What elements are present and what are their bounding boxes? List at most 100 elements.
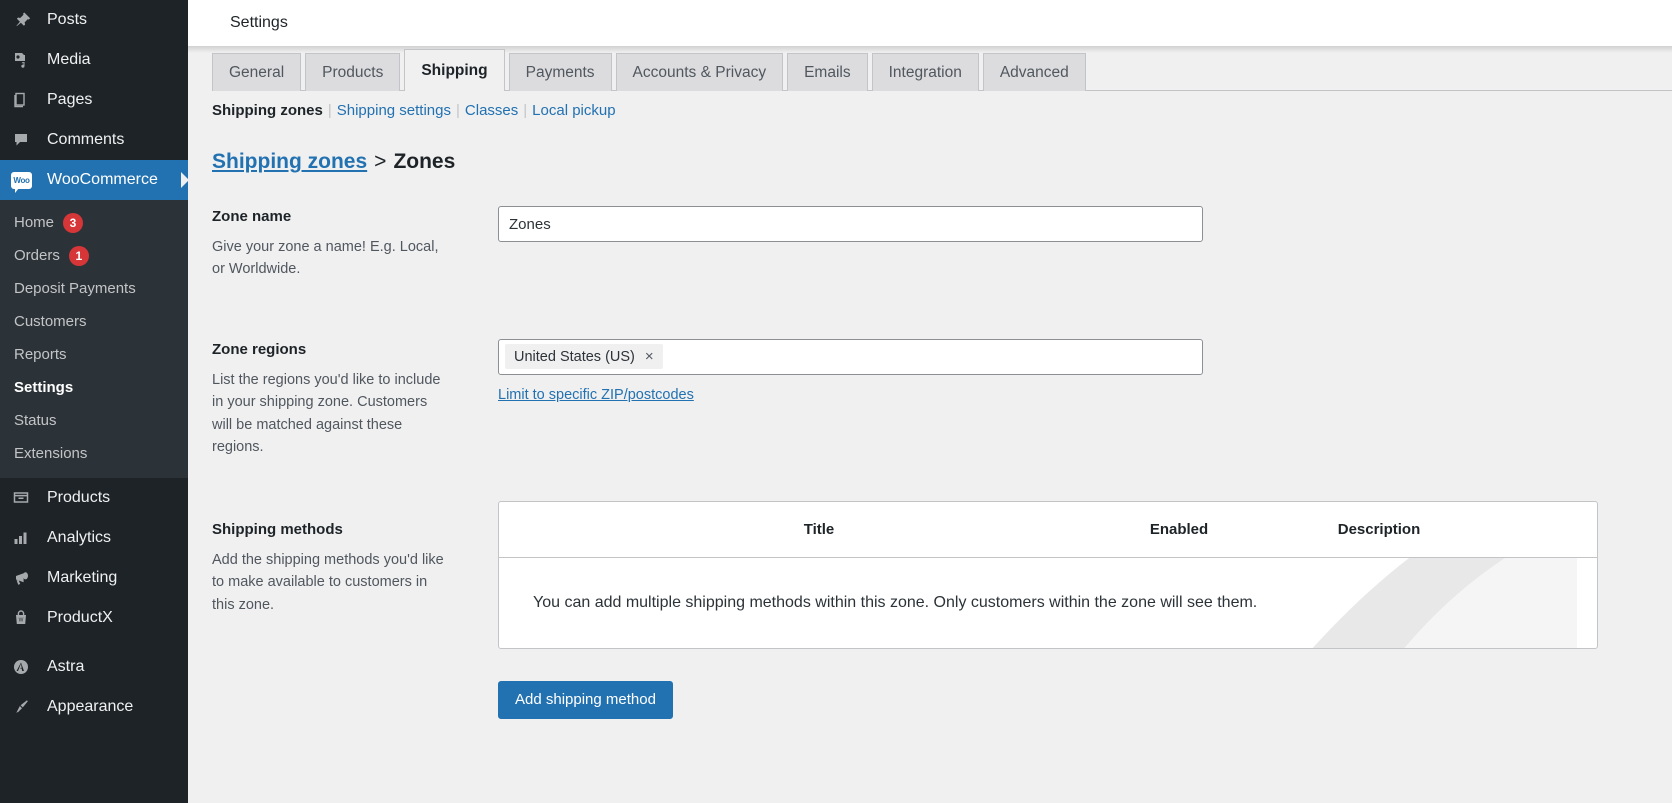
subnav-separator: | [523,102,528,119]
sidebar-item-label: Media [47,51,91,68]
sidebar-item-productx[interactable]: W ProductX [0,598,188,638]
tab-label: General [229,63,285,81]
sidebar-item-label: Astra [47,658,85,675]
tab-general[interactable]: General [212,53,302,91]
tab-advanced[interactable]: Advanced [982,53,1086,91]
main-content: Settings General Products Shipping Payme… [188,0,1672,803]
megaphone-icon [11,568,41,588]
submenu-item-reports[interactable]: Reports [0,338,188,371]
shipping-methods-table: Title Enabled Description You can add mu… [498,500,1598,649]
pages-icon [11,90,41,110]
zone-name-input[interactable] [498,206,1203,242]
sidebar-item-label: Marketing [47,569,118,586]
col-enabled: Enabled [1149,520,1209,538]
remove-region-icon[interactable]: × [645,348,654,365]
analytics-icon [11,528,41,548]
submenu-item-label: Deposit Payments [14,280,136,297]
submenu-item-deposit-payments[interactable]: Deposit Payments [0,272,188,305]
sidebar-item-posts[interactable]: Posts [0,0,188,40]
shipping-subnav: Shipping zones | Shipping settings | Cla… [212,91,1672,125]
submenu-item-settings[interactable]: Settings [0,371,188,404]
sidebar-item-pages[interactable]: Pages [0,80,188,120]
subnav-item-shipping-zones[interactable]: Shipping zones [212,102,323,119]
zone-settings-form: Zone name Give your zone a name! E.g. Lo… [212,206,1672,719]
settings-tabs: General Products Shipping Payments Accou… [212,46,1672,92]
sidebar-item-comments[interactable]: Comments [0,120,188,160]
sidebar-item-label: Comments [47,131,125,148]
breadcrumb-parent-link[interactable]: Shipping zones [212,150,367,174]
zone-name-labels: Zone name Give your zone a name! E.g. Lo… [212,206,487,281]
woocommerce-submenu: Home 3 Orders 1 Deposit Payments Custome… [0,200,188,478]
submenu-item-orders[interactable]: Orders 1 [0,239,188,272]
woocommerce-icon: Woo [11,171,41,193]
empty-state-message: You can add multiple shipping methods wi… [533,593,1258,611]
sidebar-item-label: Products [47,489,111,506]
subnav-item-shipping-settings[interactable]: Shipping settings [337,102,451,119]
submenu-item-label: Orders [14,247,60,264]
add-shipping-method-button[interactable]: Add shipping method [498,680,673,719]
tab-label: Shipping [421,61,488,79]
zone-regions-select[interactable]: United States (US) × [498,338,1203,375]
sidebar-item-media[interactable]: Media [0,40,188,80]
shipping-methods-field-wrap: Title Enabled Description You can add mu… [487,500,1672,719]
sidebar-item-label: Pages [47,91,93,108]
breadcrumb: Shipping zones > Zones [212,125,1672,174]
sidebar-item-astra[interactable]: Astra [0,647,188,687]
shipping-methods-description: Add the shipping methods you'd like to m… [212,551,444,613]
zone-name-description: Give your zone a name! E.g. Local, or Wo… [212,239,439,278]
tab-payments[interactable]: Payments [508,53,612,91]
sidebar-item-analytics[interactable]: Analytics [0,518,188,558]
settings-content: General Products Shipping Payments Accou… [188,46,1672,719]
zone-regions-description: List the regions you'd like to include i… [212,371,441,456]
productx-icon: W [11,608,41,628]
sidebar-item-appearance[interactable]: Appearance [0,687,188,727]
zone-name-field-wrap [487,206,1672,242]
sidebar-item-woocommerce[interactable]: Woo WooCommerce [0,160,188,200]
breadcrumb-separator: > [374,150,387,173]
woo-badge-label: Woo [11,171,32,193]
products-icon [11,488,41,508]
submenu-item-status[interactable]: Status [0,404,188,437]
breadcrumb-current: Zones [393,150,456,173]
tab-label: Accounts & Privacy [632,63,767,81]
zone-regions-row: Zone regions List the regions you'd like… [212,338,1672,459]
tab-emails[interactable]: Emails [787,53,868,91]
orders-badge-count: 1 [68,245,89,266]
subnav-separator: | [456,102,460,119]
submenu-item-label: Reports [14,346,67,363]
sidebar-item-label: WooCommerce [47,171,158,188]
sidebar-divider [0,638,188,647]
sidebar-item-label: ProductX [47,609,113,626]
tab-label: Payments [525,63,595,81]
shipping-methods-row: Shipping methods Add the shipping method… [212,500,1672,719]
page-header: Settings [188,0,1672,46]
limit-zip-postcodes-link[interactable]: Limit to specific ZIP/postcodes [498,387,694,403]
admin-sidebar: Posts Media Pages Comments Woo WooCommer… [0,0,188,803]
zone-name-row: Zone name Give your zone a name! E.g. Lo… [212,206,1672,281]
tab-products[interactable]: Products [305,53,401,91]
media-icon [11,50,41,70]
home-badge-count: 3 [63,212,84,233]
comment-icon [11,130,41,150]
sidebar-item-marketing[interactable]: Marketing [0,558,188,598]
zone-regions-labels: Zone regions List the regions you'd like… [212,339,487,459]
region-chip[interactable]: United States (US) × [505,344,663,370]
brush-icon [11,697,41,717]
submenu-item-label: Home [14,214,55,231]
submenu-item-home[interactable]: Home 3 [0,206,188,239]
submenu-item-label: Customers [14,313,87,330]
admin-page: Posts Media Pages Comments Woo WooCommer… [0,0,1672,803]
subnav-item-local-pickup[interactable]: Local pickup [532,102,615,119]
subnav-item-classes[interactable]: Classes [465,102,518,119]
submenu-item-customers[interactable]: Customers [0,305,188,338]
table-header-row: Title Enabled Description [499,502,1597,558]
region-chip-label: United States (US) [514,348,635,365]
tab-integration[interactable]: Integration [871,53,979,91]
sidebar-item-label: Analytics [47,529,112,546]
submenu-item-extensions[interactable]: Extensions [0,437,188,470]
svg-text:W: W [19,617,24,623]
sidebar-item-products[interactable]: Products [0,478,188,518]
shipping-methods-labels: Shipping methods Add the shipping method… [212,501,487,616]
tab-shipping[interactable]: Shipping [404,49,505,92]
tab-accounts-privacy[interactable]: Accounts & Privacy [615,53,784,91]
